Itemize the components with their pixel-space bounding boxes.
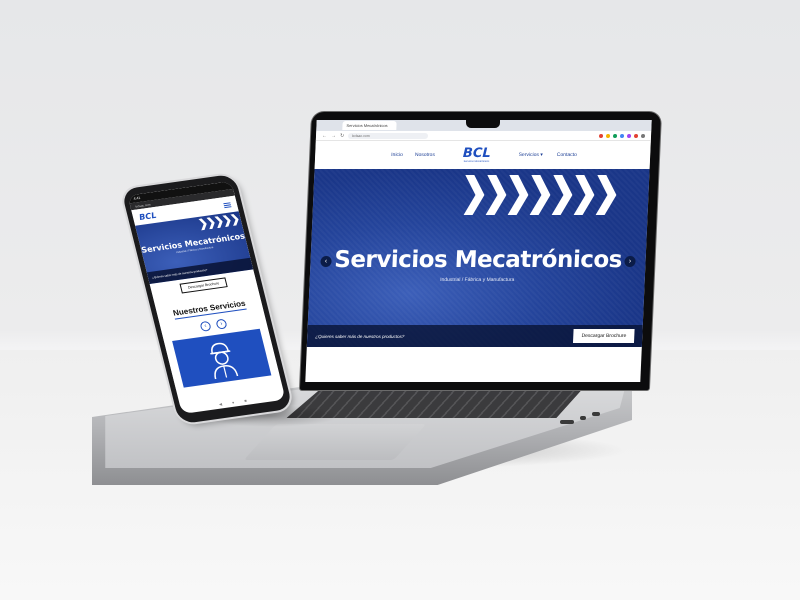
laptop-port	[560, 420, 574, 424]
site-logo[interactable]: BCL Servicios Mecatrónicos	[462, 145, 492, 163]
hamburger-menu-icon[interactable]	[223, 201, 232, 208]
service-card[interactable]	[172, 328, 272, 388]
laptop-port	[592, 412, 600, 416]
brochure-bar: ¿Quieres saber más de nuestros productos…	[306, 325, 643, 347]
extension-icon[interactable]	[626, 133, 632, 138]
laptop-port	[580, 416, 586, 420]
services-next-button[interactable]: ›	[215, 318, 228, 330]
laptop-camera-notch	[466, 119, 500, 128]
download-brochure-button[interactable]: Descargar Brochure	[573, 329, 635, 343]
chevron-decoration	[198, 213, 240, 230]
chevron-down-icon: ▾	[540, 152, 543, 158]
extension-icon[interactable]	[612, 133, 618, 138]
browser-urlbar: ← → ↻ bclsac.com	[315, 131, 652, 141]
hero-title: Servicios Mecatrónicos	[333, 247, 623, 273]
extension-icon[interactable]	[598, 133, 604, 138]
brochure-question: ¿Quieres saber más de nuestros productos…	[315, 333, 405, 339]
browser-tab[interactable]: Servicios Mecatrónicos	[342, 121, 397, 130]
address-input[interactable]: bclsac.com	[348, 132, 429, 139]
android-home-icon[interactable]: ●	[231, 400, 235, 405]
site-navbar: Inicio Nosotros BCL Servicios Mecatrónic…	[314, 141, 651, 169]
logo-mark: BCL	[462, 145, 492, 161]
extension-icon[interactable]	[605, 133, 611, 138]
extension-icons	[598, 133, 646, 138]
nav-link-inicio[interactable]: Inicio	[391, 152, 403, 158]
forward-icon[interactable]: →	[331, 133, 336, 139]
android-back-icon[interactable]: ◀	[218, 401, 222, 406]
android-recents-icon[interactable]: ■	[244, 398, 248, 403]
back-icon[interactable]: ←	[322, 133, 327, 139]
nav-link-contacto[interactable]: Contacto	[557, 152, 577, 158]
hero-subtitle: Industrial / Fábrica y Manufactura	[439, 277, 515, 283]
extension-icon[interactable]	[633, 133, 639, 138]
nav-link-nosotros[interactable]: Nosotros	[415, 152, 435, 158]
laptop-screen: Servicios Mecatrónicos ← → ↻ bclsac.com …	[305, 120, 652, 382]
status-time: 4:41	[133, 195, 141, 201]
services-prev-button[interactable]: ‹	[199, 320, 212, 332]
profile-icon[interactable]	[640, 133, 646, 138]
phone-system-nav: ◀ ● ■	[218, 398, 247, 407]
chevron-decoration	[464, 175, 618, 215]
phone-logo[interactable]: BCL	[138, 210, 157, 221]
nav-link-servicios[interactable]: Servicios ▾	[518, 152, 542, 158]
nav-link-servicios-label: Servicios	[518, 152, 540, 158]
hero-banner: ‹ › Servicios Mecatrónicos Industrial / …	[306, 169, 650, 347]
browser-tab-title: Servicios Mecatrónicos	[346, 123, 388, 128]
services-section: Nuestros Servicios ‹ ›	[154, 286, 280, 389]
extension-icon[interactable]	[619, 133, 625, 138]
worker-icon	[210, 342, 239, 380]
reload-icon[interactable]: ↻	[340, 133, 344, 139]
logo-tagline: Servicios Mecatrónicos	[463, 159, 490, 163]
